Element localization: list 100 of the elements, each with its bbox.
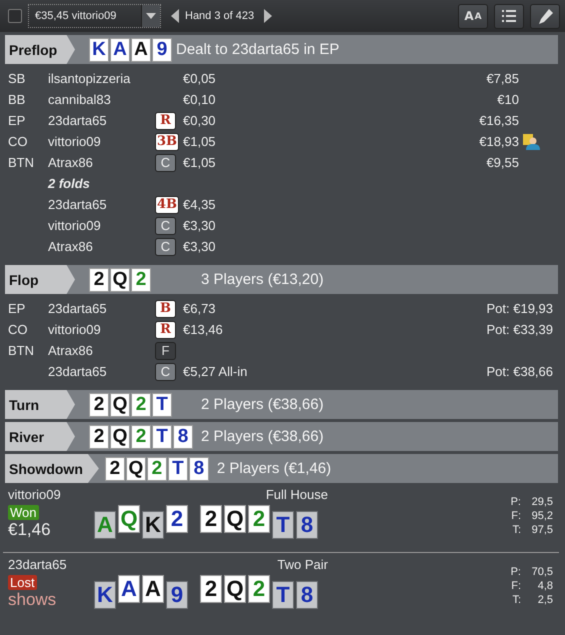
playing-card: Q: [110, 392, 130, 416]
playing-card: 2: [89, 424, 109, 448]
previous-hand-icon[interactable]: [171, 9, 179, 23]
hand-counter: Hand 3 of 423: [185, 10, 254, 22]
street-label: Turn: [5, 390, 75, 419]
stack-amount: €10: [497, 92, 519, 107]
player-dropdown[interactable]: €35,45 vittorio09: [28, 4, 161, 28]
playing-card: T: [152, 424, 172, 448]
card-rank: Q: [226, 508, 244, 530]
street-summary: Dealt to 23darta65 in EP: [176, 41, 340, 58]
position-label: EP: [8, 113, 26, 128]
playing-card: 2: [146, 456, 167, 480]
result-amount: €1,46: [8, 520, 51, 540]
playing-card: 2: [89, 268, 109, 292]
pot-amount: Pot: €19,93: [486, 301, 554, 316]
position-label: EP: [8, 301, 26, 316]
result-badge: Lost: [8, 575, 37, 590]
position-label: CO: [8, 322, 28, 337]
player-name: cannibal83: [48, 92, 112, 107]
stat-value: 95,2: [530, 509, 553, 523]
playing-card: A: [131, 38, 151, 62]
stack-amount: €7,85: [486, 71, 519, 86]
card-rank: 9: [170, 584, 184, 606]
action-badge: C: [155, 154, 176, 172]
card-rank: A: [145, 578, 161, 600]
bet-amount: €3,30: [183, 218, 216, 233]
street-label: River: [5, 422, 75, 451]
result-badge: Won: [8, 505, 38, 520]
player-name: 23darta65: [48, 364, 108, 379]
playing-card: T: [168, 456, 188, 480]
playing-card: 8: [173, 424, 193, 448]
card-rank: Q: [226, 578, 244, 600]
bet-amount: €3,30: [183, 239, 216, 254]
playing-card: Q: [126, 456, 146, 480]
playing-card: Q: [110, 268, 130, 292]
bet-amount: €0,05: [183, 71, 216, 86]
card-rank: T: [276, 584, 290, 606]
playing-card: Q: [110, 424, 130, 448]
action-badge: C: [155, 238, 176, 256]
result-amount: shows: [8, 590, 56, 610]
card-rank: T: [276, 514, 290, 536]
player-name: vittorio09: [8, 487, 61, 502]
street-summary: 3 Players (€13,20): [201, 271, 324, 288]
player-name: 23darta65: [48, 301, 108, 316]
card-rank: K: [97, 584, 113, 606]
card-rank: 2: [252, 578, 266, 600]
stat-label: P:: [510, 565, 521, 579]
playing-card: 2: [104, 456, 125, 480]
position-label: BB: [8, 92, 26, 107]
card-rank: 2: [204, 578, 218, 600]
bet-amount: €13,46: [183, 322, 223, 337]
stack-amount: €9,55: [486, 155, 519, 170]
bet-amount: €4,35: [183, 197, 216, 212]
player-name: 23darta65: [8, 557, 67, 572]
list-button[interactable]: [494, 4, 524, 28]
action-badge: R: [155, 112, 176, 130]
stat-value: 97,5: [530, 523, 553, 537]
edit-button[interactable]: [530, 4, 560, 28]
dropdown-arrow-icon: [146, 13, 156, 19]
action-badge: 3B: [155, 132, 180, 150]
font-size-button[interactable]: AA: [458, 4, 488, 28]
pot-amount: Pot: €33,39: [486, 322, 554, 337]
playing-card: A: [110, 38, 130, 62]
card-rank: 2: [252, 508, 266, 530]
stat-label: F:: [511, 579, 521, 593]
card-rank: 2: [204, 508, 218, 530]
player-name: 23darta65: [48, 197, 108, 212]
playing-card: T: [152, 392, 172, 416]
bet-amount: €6,73: [183, 301, 216, 316]
playing-card: 2: [131, 268, 151, 292]
card-rank: A: [121, 578, 137, 600]
street-label: Flop: [5, 265, 75, 294]
player-name: 2 folds: [48, 176, 91, 191]
pencil-icon: [538, 8, 552, 24]
stat-value: 70,5: [530, 565, 553, 579]
bet-amount: €0,30: [183, 113, 216, 128]
stat-label: F:: [511, 509, 521, 523]
playing-card: 2: [131, 424, 151, 448]
stack-amount: €16,35: [479, 113, 519, 128]
playing-card: 2: [131, 392, 151, 416]
position-label: BTN: [8, 343, 35, 358]
checkbox[interactable]: [8, 9, 22, 23]
stack-amount: €18,93: [479, 134, 519, 149]
position-label: CO: [8, 134, 28, 149]
card-rank: 8: [300, 514, 314, 536]
position-label: SB: [8, 71, 26, 86]
action-badge: B: [155, 300, 176, 318]
card-rank: A: [97, 514, 113, 536]
player-name: ilsantopizzeria: [48, 71, 132, 86]
street-summary: 2 Players (€38,66): [201, 396, 324, 413]
player-name: vittorio09: [48, 134, 102, 149]
playing-card: K: [89, 38, 109, 62]
playing-card: 8: [188, 456, 209, 480]
card-rank: 8: [300, 584, 314, 606]
action-badge: C: [155, 216, 176, 234]
playing-card: 9: [152, 38, 172, 62]
stat-label: T:: [512, 593, 521, 607]
player-name: Atrax86: [48, 155, 94, 170]
position-label: BTN: [8, 155, 35, 170]
next-hand-icon[interactable]: [264, 9, 272, 23]
